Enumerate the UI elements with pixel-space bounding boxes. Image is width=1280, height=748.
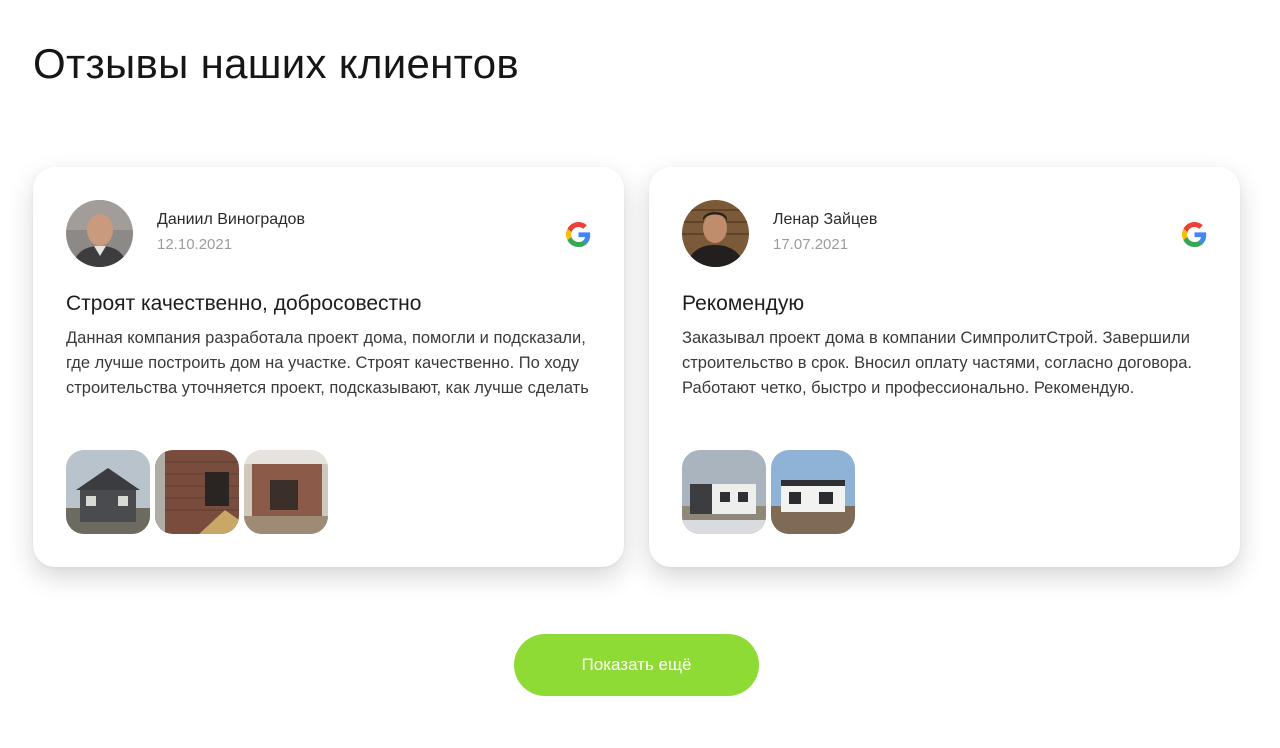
review-card: Даниил Виноградов 12.10.2021 Строят каче… [33,167,624,567]
review-photo-thumbnail[interactable] [682,450,766,534]
review-photos [682,450,855,534]
reviews-section: Отзывы наших клиентов Даниил Виноградов … [0,0,1280,748]
google-icon [1182,222,1207,247]
google-icon [566,222,591,247]
review-photo-thumbnail[interactable] [771,450,855,534]
review-card: Ленар Зайцев 17.07.2021 Рекомендую Заказ… [649,167,1240,567]
review-photos [66,450,328,534]
section-title: Отзывы наших клиентов [33,40,519,87]
review-text: Заказывал проект дома в компании Симпрол… [682,329,1192,397]
review-photo-thumbnail[interactable] [155,450,239,534]
avatar [66,200,133,267]
avatar [682,200,749,267]
show-more-button[interactable]: Показать ещё [514,634,759,696]
author-name: Даниил Виноградов [157,211,305,228]
review-title: Строят качественно, добросовестно [66,292,422,315]
review-text: Данная компания разработала проект дома,… [66,329,589,397]
review-date: 17.07.2021 [773,236,849,253]
review-title: Рекомендую [682,292,805,315]
review-photo-thumbnail[interactable] [66,450,150,534]
review-photo-thumbnail[interactable] [244,450,328,534]
review-date: 12.10.2021 [157,236,233,253]
author-name: Ленар Зайцев [773,211,878,228]
